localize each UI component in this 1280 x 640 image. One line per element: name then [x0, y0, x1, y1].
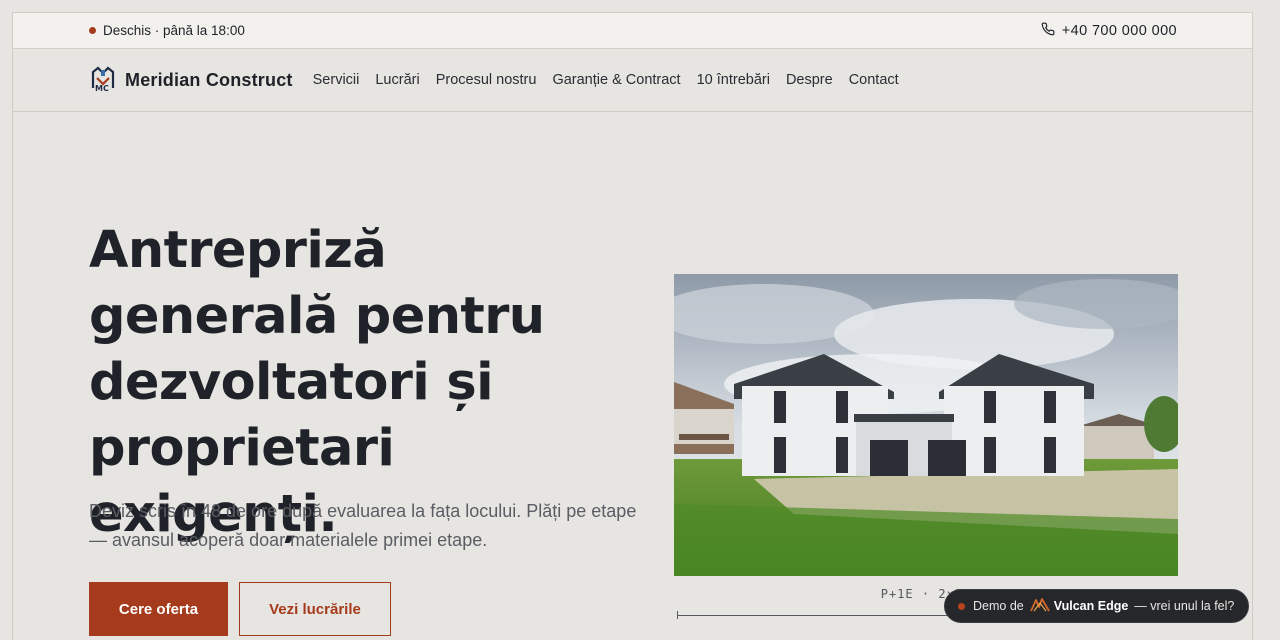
opening-status-text: Deschis · până la 18:00	[103, 23, 245, 38]
phone-link[interactable]: +40 700 000 000	[1041, 22, 1177, 40]
demo-dot-icon	[958, 602, 965, 610]
nav-links: Servicii Lucrări Procesul nostru Garanți…	[313, 72, 899, 88]
status-dot-icon	[89, 27, 96, 34]
phone-icon	[1041, 22, 1055, 40]
brand-name: Meridian Construct	[125, 69, 293, 90]
brand-link[interactable]: MC Meridian Construct	[89, 64, 293, 97]
meridian-logo-icon: MC	[89, 64, 117, 97]
top-bar: Deschis · până la 18:00 +40 700 000 000	[13, 13, 1252, 49]
phone-number: +40 700 000 000	[1061, 22, 1177, 39]
nav-item-despre[interactable]: Despre	[786, 72, 833, 88]
demo-badge[interactable]: Demo de Vulcan Edge — vrei unul la fel?	[944, 589, 1249, 623]
page-frame: Deschis · până la 18:00 +40 700 000 000 …	[12, 12, 1253, 640]
demo-brand: Vulcan Edge	[1029, 597, 1129, 616]
nav-item-lucrari[interactable]: Lucrări	[375, 72, 419, 88]
nav-item-servicii[interactable]: Servicii	[313, 72, 360, 88]
vulcan-edge-logo-icon	[1029, 597, 1050, 616]
nav-item-10-intrebari[interactable]: 10 întrebări	[697, 72, 770, 88]
hero-subtitle: Deviz scris în 48 de ore după evaluarea …	[89, 501, 637, 550]
demo-suffix: — vrei unul la fel?	[1134, 599, 1235, 613]
request-quote-button[interactable]: Cere oferta	[89, 582, 228, 636]
nav-item-garantie-contract[interactable]: Garanție & Contract	[552, 72, 680, 88]
svg-text:MC: MC	[95, 84, 109, 92]
opening-status: Deschis · până la 18:00	[89, 23, 245, 38]
view-projects-button[interactable]: Vezi lucrările	[239, 582, 391, 636]
demo-brand-name: Vulcan Edge	[1053, 599, 1129, 613]
demo-prefix: Demo de	[973, 599, 1024, 613]
nav-item-contact[interactable]: Contact	[849, 72, 899, 88]
hero-house-photo	[674, 274, 1178, 576]
nav-item-procesul-nostru[interactable]: Procesul nostru	[436, 72, 537, 88]
caption-rule	[677, 615, 967, 616]
main-navbar: MC Meridian Construct Servicii Lucrări P…	[13, 49, 1252, 112]
